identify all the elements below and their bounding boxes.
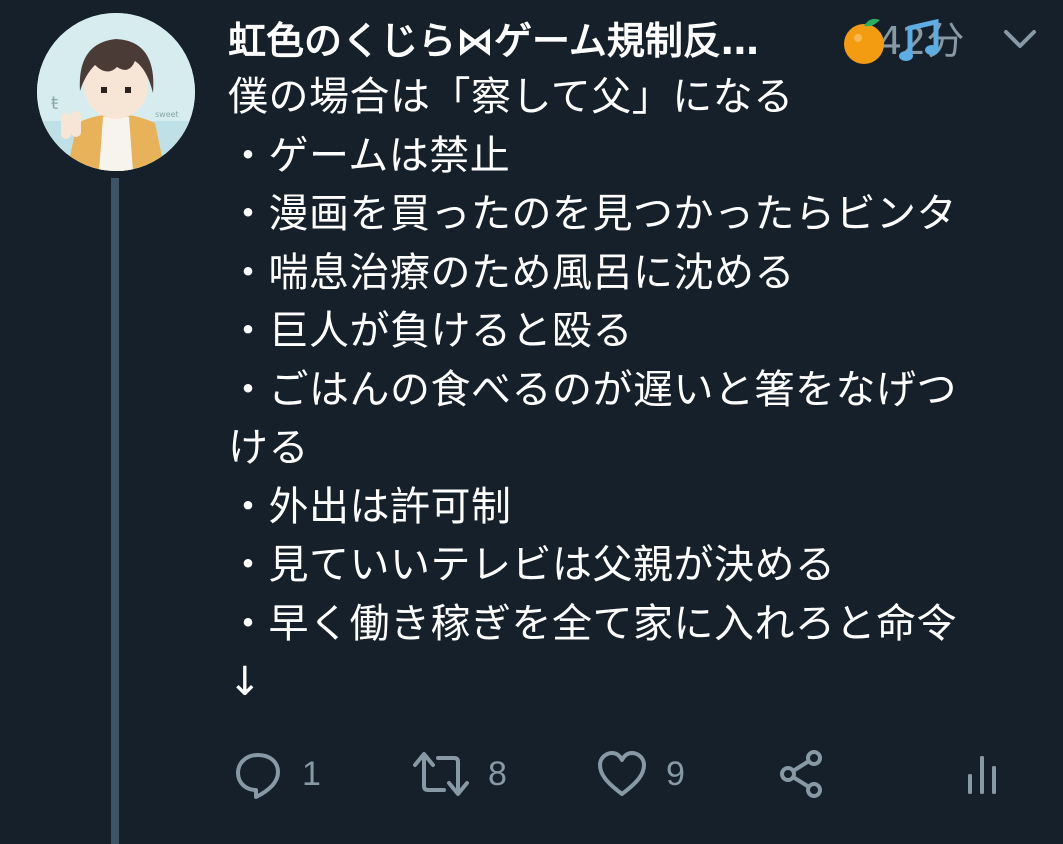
tweet-text-line: 僕の場合は「察して父」になる [228,74,794,120]
tweet-text-line: ・漫画を買ったのを見つかったらビンタ [228,191,957,237]
tweet-text-line: ・見ていいテレビは父親が決める [228,542,836,588]
retweet-count: 8 [488,754,507,793]
tweet-text-line: ・ゲームは禁止 [228,132,511,179]
tweet-text-line: ↓ [228,659,263,705]
retweet-button[interactable]: 8 [412,744,507,804]
share-icon [780,750,822,798]
orange-icon [844,18,884,64]
like-count: 9 [666,754,685,793]
tweet[interactable]: ŧ sweet 虹色のくじら⋈ゲーム規制反… 42分 僕の場合は「察して父」にな… [0,0,1063,844]
retweet-icon [413,752,469,796]
svg-text:ŧ: ŧ [51,93,58,114]
tweet-text-line: ・喘息治療のため風呂に沈める [228,249,795,296]
svg-text:sweet: sweet [155,110,179,119]
reply-count: 1 [302,754,321,793]
tweet-text-line: ・早く働き稼ぎを全て家に入れろと命令 [228,600,957,647]
heart-icon [598,751,646,796]
action-bar: 1 8 9 [232,744,1032,804]
like-button[interactable]: 9 [596,744,685,804]
thread-line [111,178,119,844]
tweet-text-line: ける [228,425,309,471]
avatar-illustration: ŧ sweet [37,13,195,171]
reply-button[interactable]: 1 [232,744,321,804]
tweet-text-line: ・ごはんの食べるのが遅いと箸をなげつ [228,366,957,413]
tweet-header: 虹色のくじら⋈ゲーム規制反… 42分 [228,10,1048,70]
display-name[interactable]: 虹色のくじら⋈ゲーム規制反… [228,16,759,66]
analytics-button[interactable] [962,744,1002,804]
analytics-icon [968,756,996,794]
chevron-down-icon[interactable] [998,22,1042,58]
reply-icon [236,753,280,799]
tweet-text: 僕の場合は「察して父」になる ・ゲームは禁止・漫画を買ったのを見つかったらビンタ・… [228,68,1058,712]
share-button[interactable] [776,744,828,804]
tweet-text-line: ・外出は許可制 [228,483,512,530]
music-notes-icon [899,18,939,61]
tweet-text-line: ・巨人が負けると殴る [228,308,633,354]
avatar[interactable]: ŧ sweet [37,13,195,171]
